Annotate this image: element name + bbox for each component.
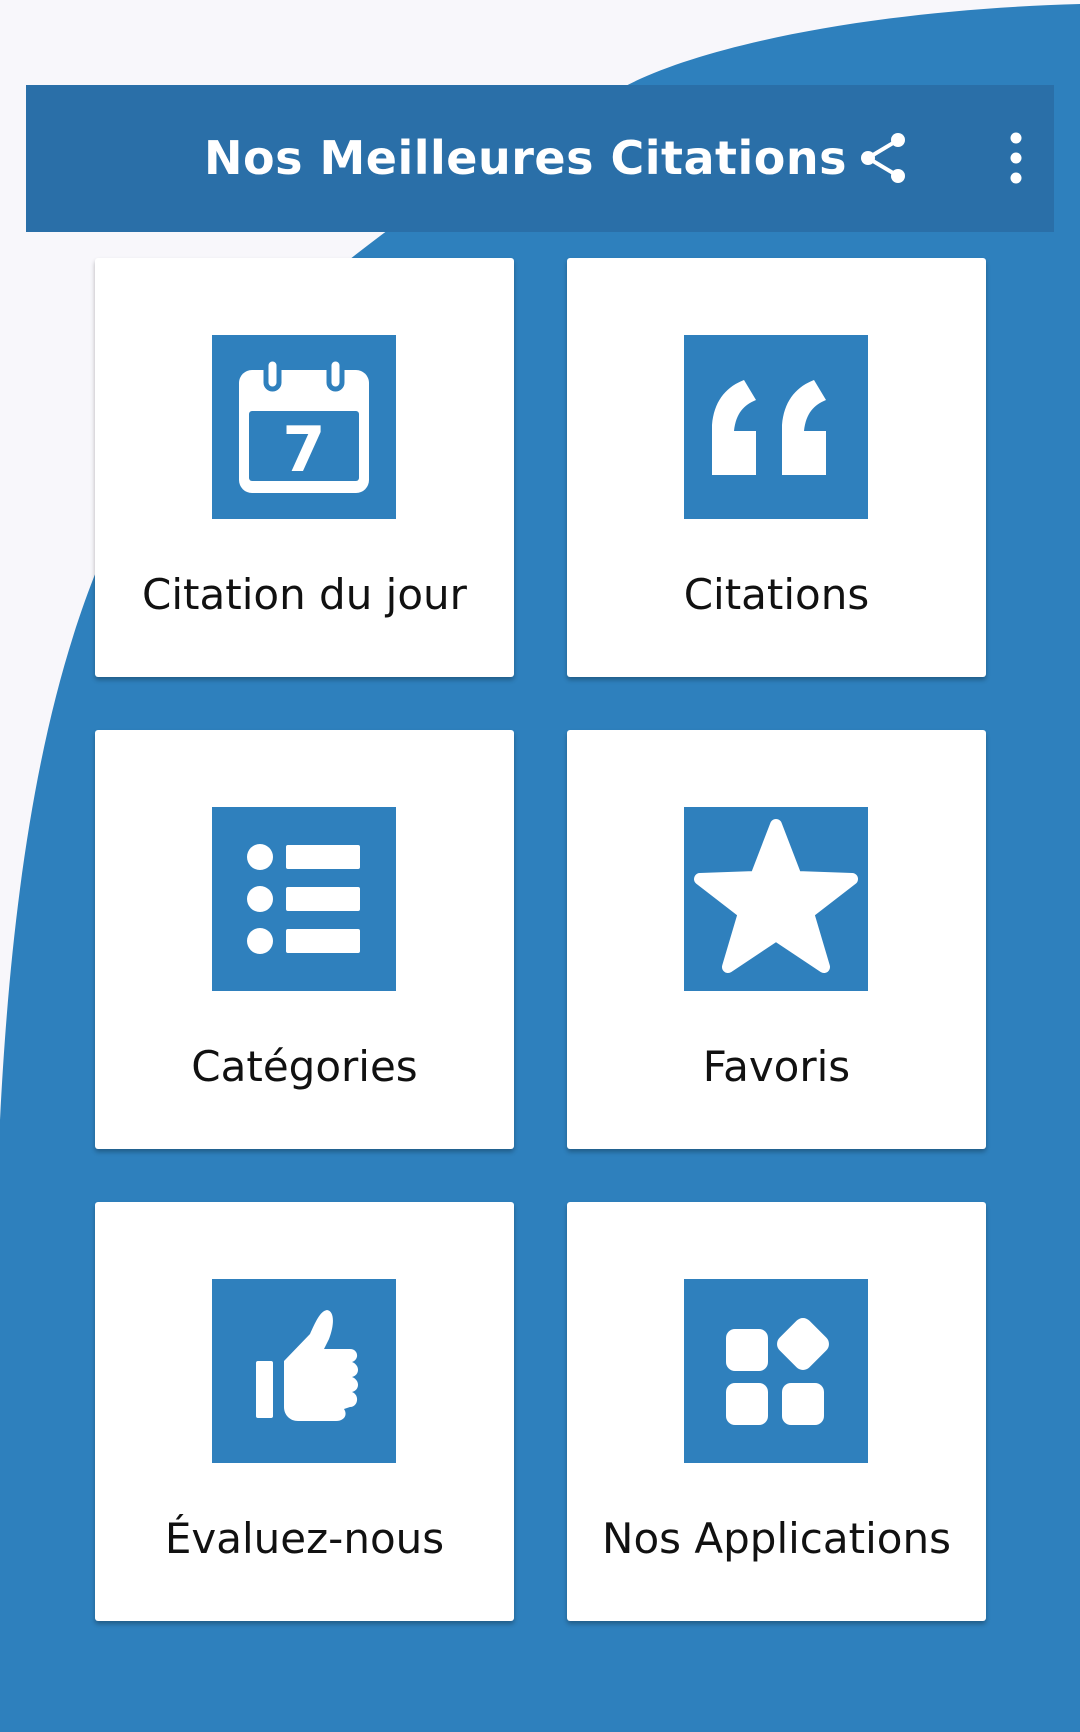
share-icon bbox=[861, 133, 905, 183]
more-vert-icon bbox=[1010, 132, 1022, 184]
star-icon bbox=[694, 819, 858, 973]
tile-label: Évaluez-nous bbox=[164, 1514, 445, 1563]
tile-icon-box bbox=[684, 1279, 868, 1463]
tile-citation-du-jour[interactable]: 7 Citation du jour bbox=[95, 258, 514, 677]
tile-categories[interactable]: Catégories bbox=[95, 730, 514, 1149]
tile-icon-box bbox=[212, 807, 396, 991]
more-options-button[interactable] bbox=[986, 128, 1046, 188]
tile-icon-box bbox=[684, 807, 868, 991]
thumbs-up-icon bbox=[256, 1310, 358, 1421]
tile-label: Citations bbox=[683, 570, 870, 619]
app-title: Nos Meilleures Citations bbox=[204, 131, 848, 185]
tile-icon-box bbox=[684, 335, 868, 519]
tile-icon-box bbox=[212, 1279, 396, 1463]
quote-icon bbox=[712, 380, 826, 475]
share-button[interactable] bbox=[854, 128, 914, 188]
tile-label: Nos Applications bbox=[602, 1514, 951, 1563]
tile-nos-applications[interactable]: Nos Applications bbox=[567, 1202, 986, 1621]
tile-evaluez-nous[interactable]: Évaluez-nous bbox=[95, 1202, 514, 1621]
tile-icon-box: 7 bbox=[212, 335, 396, 519]
tile-label: Favoris bbox=[702, 1042, 851, 1091]
list-icon bbox=[247, 844, 360, 954]
tile-label: Catégories bbox=[191, 1042, 418, 1091]
calendar-day-number: 7 bbox=[282, 413, 325, 486]
tile-citations[interactable]: Citations bbox=[567, 258, 986, 677]
tile-favoris[interactable]: Favoris bbox=[567, 730, 986, 1149]
apps-icon bbox=[726, 1318, 829, 1425]
calendar-icon: 7 bbox=[239, 356, 369, 493]
tile-label: Citation du jour bbox=[142, 570, 467, 619]
app-bar: Nos Meilleures Citations bbox=[26, 85, 1054, 232]
